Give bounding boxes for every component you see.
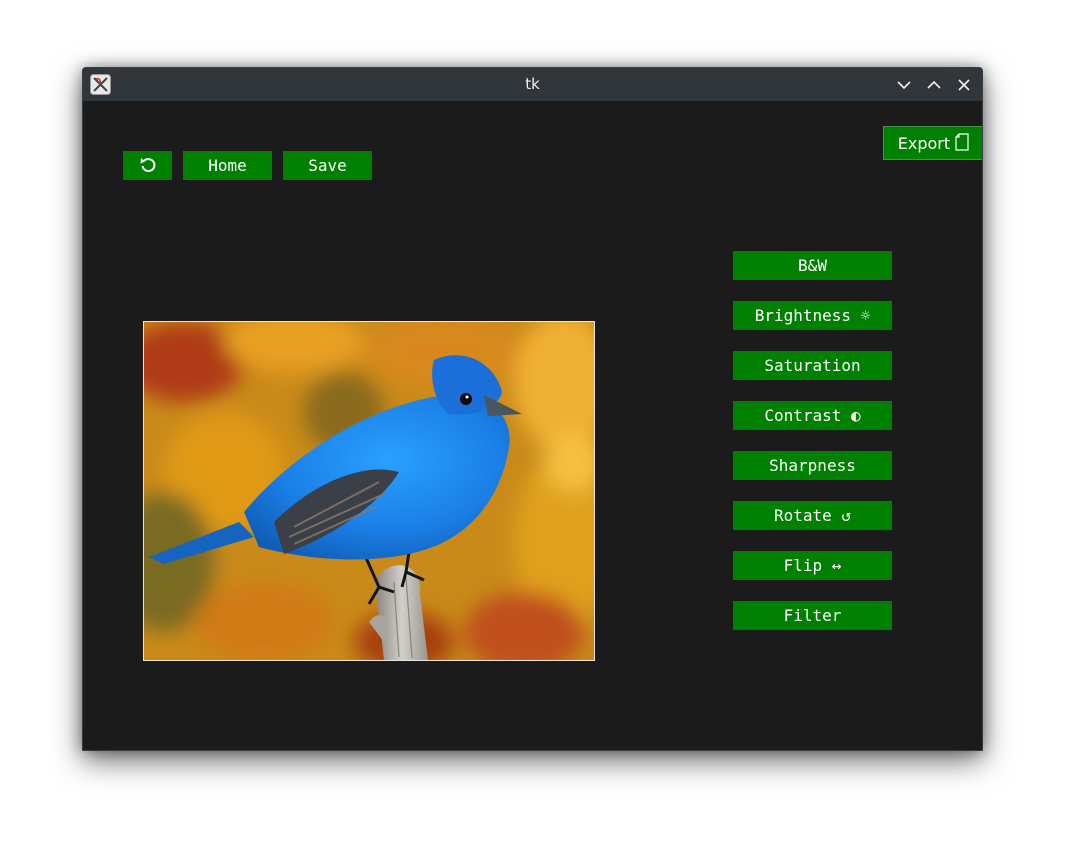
- undo-button[interactable]: [123, 151, 172, 180]
- rotate-button[interactable]: Rotate ↺: [733, 501, 892, 530]
- chevron-down-icon[interactable]: [893, 74, 915, 96]
- home-button[interactable]: Home: [183, 151, 272, 180]
- contrast-button[interactable]: Contrast ◐: [733, 401, 892, 430]
- filter-button[interactable]: Filter: [733, 601, 892, 630]
- bw-button[interactable]: B&W: [733, 251, 892, 280]
- flip-button[interactable]: Flip ↔: [733, 551, 892, 580]
- save-button[interactable]: Save: [283, 151, 372, 180]
- main-content: Home Save Export B&W Brightness ☼ Satura…: [83, 101, 982, 750]
- export-button[interactable]: Export: [883, 126, 982, 160]
- app-window: tk Home Save Export B&W Brightness ☼ Sat…: [82, 67, 983, 751]
- close-icon[interactable]: [953, 74, 975, 96]
- sharpness-button[interactable]: Sharpness: [733, 451, 892, 480]
- chevron-up-icon[interactable]: [923, 74, 945, 96]
- document-icon: [955, 133, 969, 153]
- title-bar[interactable]: tk: [83, 68, 982, 101]
- preview-image: [143, 321, 595, 661]
- undo-icon: [139, 156, 157, 175]
- window-title: tk: [525, 75, 540, 93]
- brightness-button[interactable]: Brightness ☼: [733, 301, 892, 330]
- saturation-button[interactable]: Saturation: [733, 351, 892, 380]
- export-label: Export: [897, 134, 951, 153]
